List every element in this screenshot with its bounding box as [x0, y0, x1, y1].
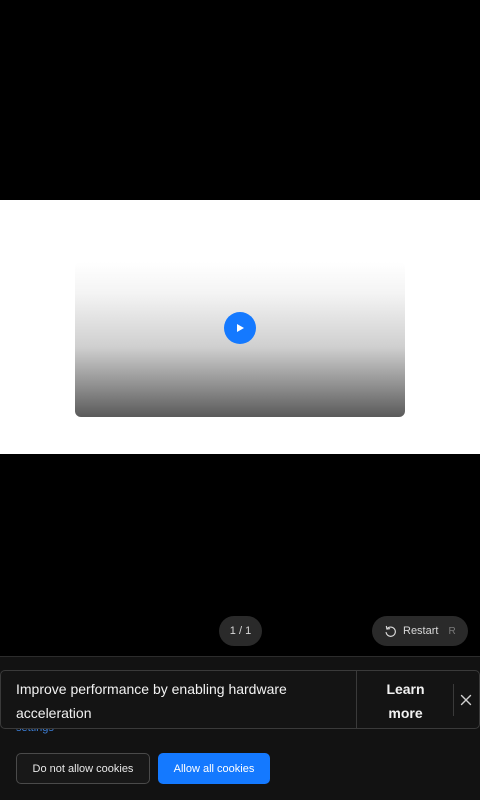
restart-shortcut: R [448, 625, 456, 637]
toast-message: Improve performance by enabling hardware… [16, 681, 287, 721]
restart-icon [385, 625, 396, 637]
hardware-acceleration-toast: Improve performance by enabling hardware… [0, 670, 480, 729]
toast-divider [453, 684, 454, 716]
close-icon[interactable] [459, 693, 473, 707]
learn-more-link[interactable]: Learn more [373, 677, 438, 725]
play-icon [237, 324, 244, 332]
deny-cookies-button[interactable]: Do not allow cookies [16, 753, 150, 784]
restart-label: Restart [403, 625, 439, 637]
toast-divider [356, 671, 357, 728]
video-preview[interactable] [75, 262, 405, 417]
play-button[interactable] [224, 312, 256, 344]
restart-button[interactable]: Restart R [372, 616, 468, 646]
presentation-stage [0, 200, 480, 454]
slide-counter: 1 / 1 [219, 616, 262, 646]
allow-cookies-button[interactable]: Allow all cookies [158, 753, 270, 784]
